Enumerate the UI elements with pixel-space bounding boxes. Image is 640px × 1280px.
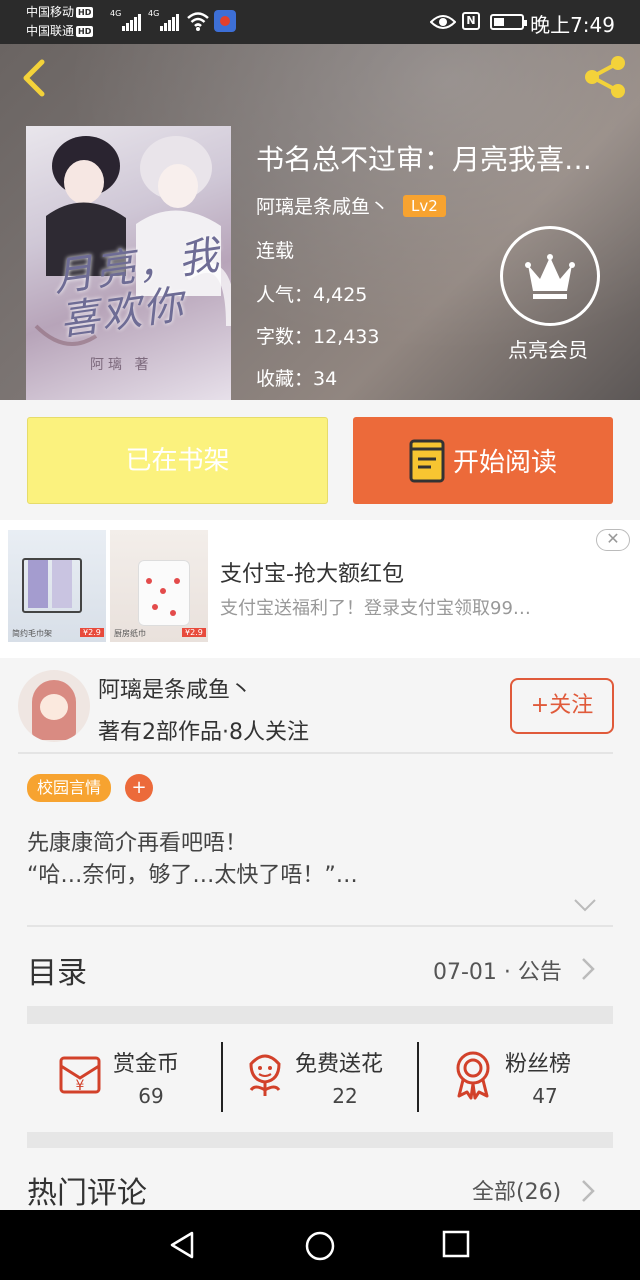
- ad-subtitle[interactable]: 支付宝送福利了！登录支付宝领取99…: [220, 594, 590, 620]
- popularity: 人气：4,425: [256, 284, 368, 306]
- section-divider: [27, 1132, 613, 1148]
- vip-label[interactable]: 点亮会员: [508, 334, 588, 363]
- nav-recent-icon[interactable]: [442, 1230, 470, 1258]
- chevron-right-icon[interactable]: [580, 1178, 596, 1204]
- vip-button[interactable]: [500, 226, 600, 326]
- start-reading-label: 开始阅读: [452, 448, 557, 478]
- stat-separator: [221, 1042, 223, 1112]
- book-author-name[interactable]: 阿璃是条咸鱼丶: [256, 192, 389, 219]
- author-stats: 著有2部作品·8人关注: [98, 720, 309, 745]
- ad-price-2: ¥2.9: [182, 628, 206, 637]
- fan-ranking-button[interactable]: 粉丝榜 47: [451, 1034, 611, 1124]
- reward-coins-value: 69: [138, 1084, 164, 1108]
- fan-ranking-label: 粉丝榜: [505, 1052, 572, 1077]
- flower-icon: [249, 1054, 281, 1096]
- nfc-icon: N: [462, 12, 480, 30]
- book-intro[interactable]: 先康康简介再看吧唔！ “哈…奈何，够了…太快了唔！”…: [27, 828, 607, 892]
- add-tag-button[interactable]: +: [125, 774, 153, 802]
- svg-text:¥: ¥: [76, 1078, 85, 1094]
- intro-line-2: “哈…奈何，够了…太快了唔！”…: [27, 863, 358, 888]
- chevron-right-icon[interactable]: [580, 956, 596, 982]
- carrier-2: 中国联通 HD: [26, 24, 94, 38]
- system-nav-bar: [0, 1210, 640, 1280]
- back-arrow-icon[interactable]: [16, 58, 52, 98]
- book-title: 书名总不过审：月亮我喜…: [256, 143, 593, 176]
- divider: [18, 752, 613, 754]
- hot-comments-label: 热门评论: [27, 1176, 147, 1211]
- wifi-icon: [187, 12, 209, 31]
- action-bar: 已在书架 开始阅读: [0, 400, 640, 520]
- ad-close-button[interactable]: ✕: [596, 529, 630, 551]
- network-type-2: 4G: [148, 9, 160, 18]
- word-count: 字数：12,433: [256, 326, 380, 348]
- toc-latest-update[interactable]: 07-01 · 公告: [433, 954, 562, 986]
- ad-caption-1: 简约毛巾架: [12, 629, 52, 638]
- ad-title[interactable]: 支付宝-抢大额红包: [220, 556, 404, 588]
- book-cover[interactable]: 月亮，我喜欢你 阿璃 著: [26, 126, 231, 400]
- crown-icon: [525, 254, 575, 299]
- ad-banner[interactable]: 简约毛巾架 厨房纸巾 ¥2.9 ¥2.9 支付宝-抢大额红包 支付宝送福利了！登…: [0, 520, 640, 658]
- medal-icon: [456, 1051, 490, 1100]
- divider: [27, 925, 613, 927]
- book-icon: [409, 439, 445, 482]
- section-divider: [27, 1006, 613, 1024]
- ad-price-1: ¥2.9: [80, 628, 104, 637]
- collection-count: 收藏：34: [256, 368, 338, 390]
- app-notification-icon: [214, 10, 236, 32]
- hd-badge-2: HD: [76, 26, 94, 37]
- toc-label[interactable]: 目录: [27, 948, 87, 992]
- status-bar: 中国移动 HD 中国联通 HD 4G 4G N 晚上7:49: [0, 0, 640, 44]
- on-shelf-button[interactable]: 已在书架: [27, 417, 328, 504]
- ad-image[interactable]: 简约毛巾架 厨房纸巾 ¥2.9 ¥2.9: [8, 530, 208, 642]
- hd-badge-1: HD: [76, 7, 94, 18]
- fan-ranking-value: 47: [532, 1084, 558, 1108]
- nav-home-icon[interactable]: [304, 1230, 336, 1262]
- carrier-1: 中国移动 HD: [26, 5, 94, 19]
- reward-coins-button[interactable]: ¥ 赏金币 69: [55, 1034, 215, 1124]
- ad-caption-2: 厨房纸巾: [114, 629, 146, 638]
- carrier-2-label: 中国联通: [26, 24, 75, 38]
- all-comments-link[interactable]: 全部(26): [472, 1174, 561, 1206]
- nav-back-icon[interactable]: [168, 1230, 198, 1260]
- red-envelope-icon: ¥: [59, 1056, 101, 1094]
- chevron-down-icon[interactable]: [573, 898, 597, 912]
- intro-line-1: 先康康简介再看吧唔！: [27, 831, 248, 856]
- follow-button[interactable]: +关注: [510, 678, 614, 734]
- carrier-1-label: 中国移动: [26, 5, 75, 19]
- signal-1-icon: 4G: [110, 9, 142, 31]
- status-time: 晚上7:49: [530, 13, 615, 37]
- author-level-badge: Lv2: [403, 194, 446, 217]
- share-icon[interactable]: [580, 52, 630, 102]
- author-card[interactable]: 阿璃是条咸鱼丶 著有2部作品·8人关注 +关注: [0, 658, 640, 754]
- battery-icon: [490, 14, 527, 30]
- network-type-1: 4G: [110, 9, 122, 18]
- start-reading-button[interactable]: 开始阅读: [353, 417, 613, 504]
- book-header: 月亮，我喜欢你 阿璃 著 书名总不过审：月亮我喜… 阿璃是条咸鱼丶 Lv2 连载…: [0, 44, 640, 400]
- signal-2-icon: 4G: [148, 9, 180, 31]
- send-flower-label: 免费送花: [295, 1052, 384, 1077]
- reward-coins-label: 赏金币: [113, 1052, 180, 1077]
- author-name[interactable]: 阿璃是条咸鱼丶: [98, 672, 252, 704]
- stat-separator: [417, 1042, 419, 1112]
- avatar[interactable]: [18, 670, 90, 742]
- send-flower-value: 22: [332, 1084, 358, 1108]
- eye-comfort-icon: [430, 15, 456, 29]
- genre-tag[interactable]: 校园言情: [27, 774, 112, 802]
- cover-author: 阿璃 著: [90, 357, 153, 373]
- serial-status: 连载: [256, 240, 295, 262]
- stats-row: ¥ 赏金币 69 免费送花 22 粉丝榜 47: [27, 1034, 613, 1124]
- book-author-line[interactable]: 阿璃是条咸鱼丶 Lv2: [256, 192, 446, 219]
- send-flower-button[interactable]: 免费送花 22: [243, 1034, 413, 1124]
